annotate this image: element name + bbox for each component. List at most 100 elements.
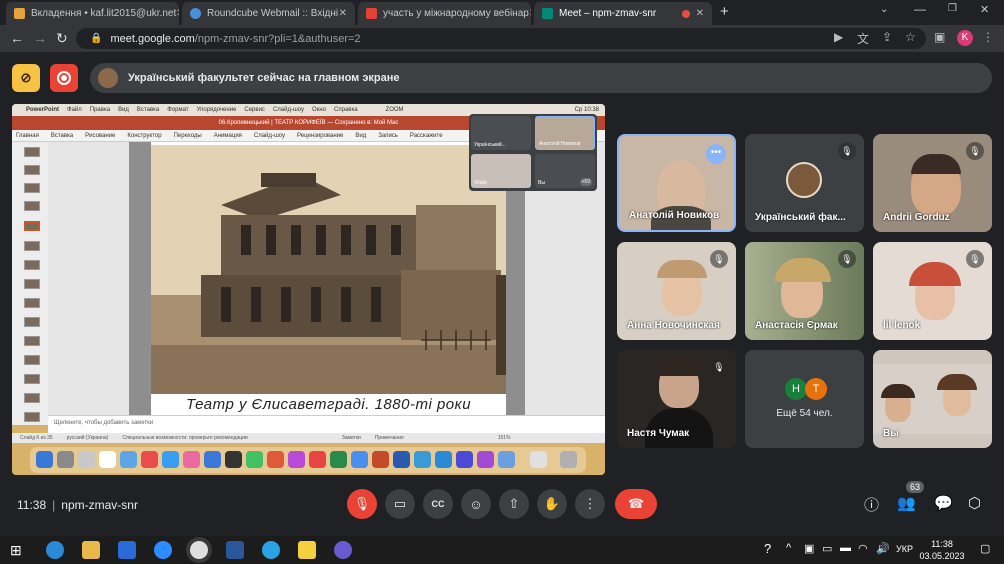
participant-tile[interactable]: 🎙 Настя Чумак [617,350,736,448]
viber-icon[interactable] [334,541,352,559]
participant-tile[interactable]: 🎙 Анна Новочинская [617,242,736,340]
close-icon[interactable]: ✕ [529,8,531,19]
more-options-icon[interactable]: ••• [706,144,726,164]
ribbon-tab: Переходы [173,132,202,139]
slide-thumbnails [12,142,48,425]
url-input[interactable]: 🔒 meet.google.com/npm-zmav-snr?pli=1&aut… [76,28,926,49]
mac-menu-item: Слайд-шоу [272,107,305,113]
sticky-notes-icon[interactable] [298,541,316,559]
mail-favicon-icon [14,8,25,19]
edge-icon[interactable] [46,541,64,559]
notes-pane: Щелкните, чтобы добавить заметки [48,415,605,433]
presentation-off-icon[interactable]: ⊘ [12,64,40,92]
chrome-icon[interactable] [190,541,208,559]
camera-permission-icon[interactable]: ▶ [834,30,843,44]
help-icon[interactable]: ? [764,541,771,556]
close-icon[interactable]: ✕ [696,8,704,19]
chrome-menu-icon[interactable]: ⋮ [982,30,994,44]
tab-search-icon[interactable]: ⌄ [880,4,888,15]
meeting-time: 11:38 | npm-zmav-snr [17,498,138,512]
volume-icon[interactable]: 🔊 [876,542,890,555]
captions-button[interactable]: CC [423,489,453,519]
notifications-icon[interactable]: ▢ [980,542,990,555]
participant-tile[interactable]: 🎙 Український фак... [745,134,864,232]
activities-icon[interactable]: ⬡ [968,494,981,512]
participant-name: Український фак... [755,212,846,223]
mic-off-icon: 🎙 [710,250,728,268]
url-path: /npm-zmav-snr?pli=1&authuser=2 [194,32,361,45]
bookmark-star-icon[interactable]: ☆ [905,30,916,44]
mic-off-icon: 🎙 [966,250,984,268]
file-explorer-icon[interactable] [82,541,100,559]
participant-tile[interactable]: 🎙 Анастасія Єрмак [745,242,864,340]
word-icon[interactable] [226,541,244,559]
self-view-tile[interactable]: Вы [873,350,992,448]
more-options-button[interactable]: ⋮ [575,489,605,519]
recording-icon[interactable] [50,64,78,92]
recording-dot-icon [681,9,690,18]
battery-icon[interactable]: ▬ [840,542,851,554]
people-icon[interactable]: 👥 [897,494,916,512]
comments-toggle: Примечания [374,435,404,441]
mac-menu-item: Сервис [244,107,265,113]
emoji-reactions-button[interactable]: ☺ [461,489,491,519]
mini-tile: Анатолій Новиков [535,116,595,150]
tab-webinar[interactable]: участь у міжнародному вебінар ✕ [358,2,531,25]
participant-name: lil lenok [883,320,921,331]
share-icon[interactable]: ⇪ [882,30,892,44]
microphone-toggle-button[interactable]: 🎙 [347,489,377,519]
tab-mail[interactable]: Вкладення • kaf.lit2015@ukr.net ✕ [6,2,179,25]
participant-tile[interactable]: 🎙 lil lenok [873,242,992,340]
tray-app-icon[interactable]: ▣ [804,542,814,555]
profile-avatar[interactable]: K [957,30,973,46]
participant-tile[interactable]: 🎙 Andrii Gorduz [873,134,992,232]
side-panel-icon[interactable]: ▣ [934,30,945,44]
ribbon-tab: Запись [378,132,398,139]
display-icon[interactable]: ▭ [822,542,832,555]
close-icon[interactable]: ✕ [339,8,347,19]
lock-icon: 🔒 [90,33,103,44]
mac-menu-item: Упорядочение [196,107,237,113]
address-bar-row: ← → ↻ 🔒 meet.google.com/npm-zmav-snr?pli… [0,25,1004,52]
zoom-app-icon[interactable] [154,541,172,559]
tab-title: участь у міжнародному вебінар [383,8,529,19]
close-icon[interactable]: ✕ [176,8,179,19]
more-participants-tile[interactable]: Н Т Ещё 54 чел. [745,350,864,448]
translate-icon[interactable]: 文 [857,30,869,47]
theatre-building-image [151,145,506,394]
leave-call-button[interactable]: ☎ [615,489,657,519]
present-screen-button[interactable]: ⇧ [499,489,529,519]
input-language[interactable]: УКР [896,544,913,554]
meeting-info-icon[interactable]: ⓘ [864,494,879,515]
reload-icon[interactable]: ↻ [56,30,68,47]
participant-name: Анатолій Новиков [629,210,720,221]
maximize-button[interactable]: ❐ [948,3,957,14]
tab-meet[interactable]: Meet – npm-zmav-snr ✕ [534,2,712,25]
tab-title: Roundcube Webmail :: Вхідні [207,8,339,19]
raise-hand-button[interactable]: ✋ [537,489,567,519]
forward-icon[interactable]: → [33,30,47,46]
accessibility-status: Специальные возможности: проверьте реком… [122,435,248,441]
slide-caption: Театр у Єлисаветграді. 1880-ті роки [151,394,506,416]
windows-start-icon[interactable]: ⊞ [10,542,28,560]
tab-roundcube[interactable]: Roundcube Webmail :: Вхідні ✕ [182,2,355,25]
taskbar-clock[interactable]: 11:38 03.05.2023 [916,538,968,562]
participant-tile[interactable]: ••• Анатолій Новиков [617,134,736,232]
window-close-button[interactable]: ✕ [980,3,989,16]
mail-icon[interactable] [118,541,136,559]
mic-off-icon: 🎙 [966,142,984,160]
camera-toggle-button[interactable]: ▭ [385,489,415,519]
zoom-indicator: ZOOM [385,107,404,113]
theatre-photo [151,145,506,394]
new-tab-button[interactable]: + [720,3,729,20]
mini-tile: Вы +59 [535,154,595,188]
minimize-button[interactable]: — [914,2,926,16]
ribbon-tab: Рисование [85,132,116,139]
telegram-icon[interactable] [262,541,280,559]
wifi-icon[interactable]: ◠ [858,542,868,555]
chat-icon[interactable]: 💬 [934,494,953,512]
back-icon[interactable]: ← [10,30,24,46]
tray-expand-icon[interactable]: ^ [786,542,791,554]
mini-tile: Vitaliy [471,154,531,188]
tab-title: Meet – npm-zmav-snr [559,8,657,19]
